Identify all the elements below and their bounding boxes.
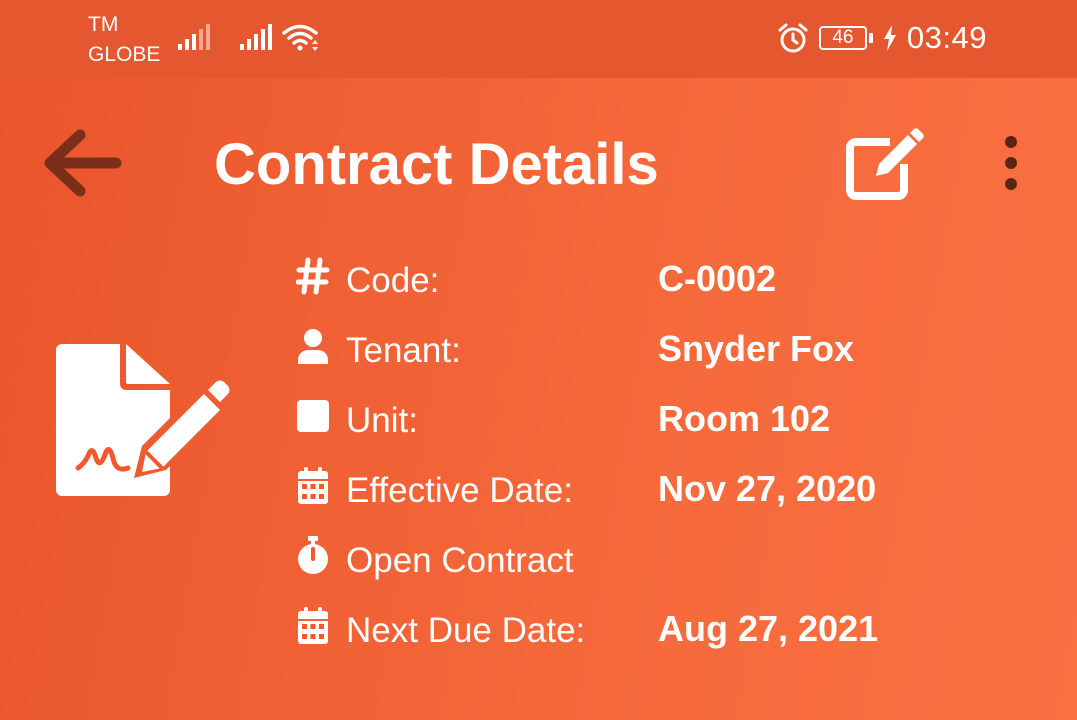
carrier-name: TM GLOBE	[88, 10, 160, 70]
back-button[interactable]	[40, 126, 124, 200]
calendar-icon	[298, 467, 328, 504]
clock: 03:49	[906, 20, 987, 55]
detail-value: Aug 27, 2021	[658, 608, 879, 649]
detail-value: Snyder Fox	[658, 328, 855, 369]
detail-label: Effective Date:	[346, 471, 573, 510]
detail-row-effective-date: Effective Date: Nov 27, 2020	[296, 460, 1056, 530]
detail-label: Tenant:	[346, 331, 461, 370]
detail-label: Unit:	[346, 401, 418, 440]
page-title: Contract Details	[214, 132, 659, 197]
detail-value: C-0002	[658, 258, 777, 299]
charging-icon	[883, 25, 896, 51]
detail-label: Code:	[346, 261, 440, 300]
alarm-icon	[778, 23, 808, 53]
detail-value: Nov 27, 2020	[658, 468, 877, 509]
detail-label: Next Due Date:	[346, 611, 586, 650]
detail-row-next-due-date: Next Due Date: Aug 27, 2021	[296, 600, 1056, 670]
edit-icon	[846, 128, 924, 200]
detail-label: Open Contract	[346, 541, 574, 580]
app-bar: Contract Details	[0, 78, 1077, 248]
more-vertical-icon	[1005, 136, 1017, 190]
status-bar: TM GLOBE 46 03:49	[0, 0, 1077, 78]
battery-level: 46	[832, 27, 854, 48]
detail-row-code: Code: C-0002	[296, 250, 1056, 320]
detail-row-open-contract: Open Contract	[296, 530, 1056, 600]
more-options-button[interactable]	[994, 132, 1028, 196]
file-signature-icon	[56, 344, 230, 496]
arrow-left-icon	[44, 129, 122, 197]
detail-row-unit: Unit: Room 102	[296, 390, 1056, 460]
stopwatch-icon	[298, 536, 328, 574]
carrier-line-1: TM	[88, 13, 119, 36]
contract-details-list: Code: C-0002 Tenant: Snyder Fox Unit: Ro…	[296, 250, 1056, 670]
detail-row-tenant: Tenant: Snyder Fox	[296, 320, 1056, 390]
wifi-icon	[282, 24, 318, 51]
contract-details-screen: TM GLOBE 46 03:49 Contract Details Code:…	[0, 0, 1077, 720]
signal-icon	[178, 24, 210, 50]
signal-icon	[240, 24, 272, 50]
detail-value: Room 102	[658, 398, 831, 439]
hash-icon	[296, 257, 330, 295]
square-icon	[297, 400, 329, 432]
battery-nub	[868, 33, 873, 43]
edit-button[interactable]	[846, 128, 924, 200]
carrier-line-2: GLOBE	[88, 43, 161, 66]
calendar-icon	[298, 607, 328, 644]
battery-icon: 46	[818, 26, 867, 50]
user-icon	[298, 329, 328, 364]
status-right: 46 03:49	[777, 18, 987, 58]
